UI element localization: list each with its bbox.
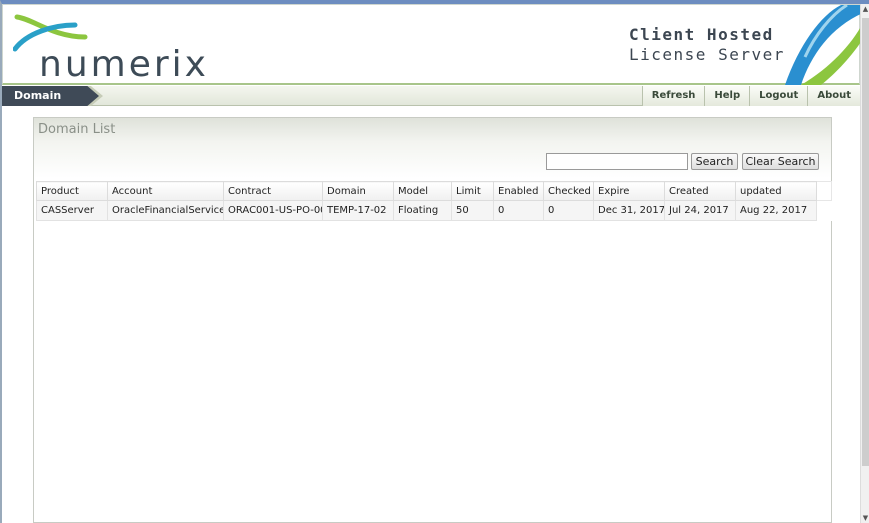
search-input[interactable] [546, 153, 688, 170]
column-header-checked[interactable]: Checked [543, 181, 594, 201]
nav-links: Refresh Help Logout About [641, 86, 860, 106]
app-header: numerix Client Hosted License Server [2, 4, 863, 85]
table-row[interactable]: CASServer OracleFinancialServices ORAC00… [36, 200, 832, 221]
clear-search-button[interactable]: Clear Search [742, 153, 819, 170]
column-header-created[interactable]: Created [664, 181, 736, 201]
cell-limit: 50 [451, 200, 494, 221]
product-title-line2: License Server [629, 45, 785, 64]
column-header-product[interactable]: Product [36, 181, 108, 201]
cell-model: Floating [393, 200, 452, 221]
logout-link[interactable]: Logout [749, 86, 808, 106]
logo-wordmark: numerix [39, 44, 209, 85]
column-header-model[interactable]: Model [393, 181, 452, 201]
cell-expire: Dec 31, 2017 [593, 200, 665, 221]
nav-bar: Domain List Refresh Help Logout About [2, 86, 860, 106]
refresh-link[interactable]: Refresh [641, 86, 705, 106]
cell-contract: ORAC001-US-PO-00 [223, 200, 323, 221]
scroll-thumb[interactable] [862, 18, 869, 466]
cell-checked: 0 [543, 200, 594, 221]
cell-updated: Aug 22, 2017 [735, 200, 817, 221]
column-header-domain[interactable]: Domain [322, 181, 394, 201]
domain-list-panel: Domain List Search Clear Search Product … [33, 117, 832, 523]
swoosh-graphic-icon [785, 5, 863, 85]
cell-created: Jul 24, 2017 [664, 200, 736, 221]
search-button[interactable]: Search [691, 153, 738, 170]
cell-enabled: 0 [493, 200, 544, 221]
scroll-down-icon[interactable]: ▼ [861, 513, 869, 523]
numerix-logo: numerix [13, 13, 213, 83]
product-title: Client Hosted License Server [629, 25, 785, 65]
column-header-limit[interactable]: Limit [451, 181, 494, 201]
column-header-updated[interactable]: updated [735, 181, 817, 201]
product-title-line1: Client Hosted [629, 25, 774, 44]
tab-domain-list[interactable]: Domain List [2, 86, 99, 106]
panel-title: Domain List [38, 122, 116, 137]
column-header-contract[interactable]: Contract [223, 181, 323, 201]
cell-product: CASServer [36, 200, 108, 221]
domain-table: Product Account Contract Domain Model Li… [36, 181, 832, 221]
table-header-row: Product Account Contract Domain Model Li… [36, 181, 832, 201]
help-link[interactable]: Help [704, 86, 750, 106]
panel-header: Domain List Search Clear Search [34, 118, 831, 178]
column-header-account[interactable]: Account [107, 181, 224, 201]
about-link[interactable]: About [807, 86, 860, 106]
column-header-expire[interactable]: Expire [593, 181, 665, 201]
scroll-up-icon[interactable]: ▲ [861, 4, 869, 14]
page-scrollbar[interactable]: ▲ ▼ [860, 4, 869, 523]
column-header-enabled[interactable]: Enabled [493, 181, 544, 201]
column-header-filler [816, 181, 832, 201]
cell-filler [816, 200, 832, 221]
cell-account: OracleFinancialServices [107, 200, 224, 221]
cell-domain: TEMP-17-02 [322, 200, 394, 221]
